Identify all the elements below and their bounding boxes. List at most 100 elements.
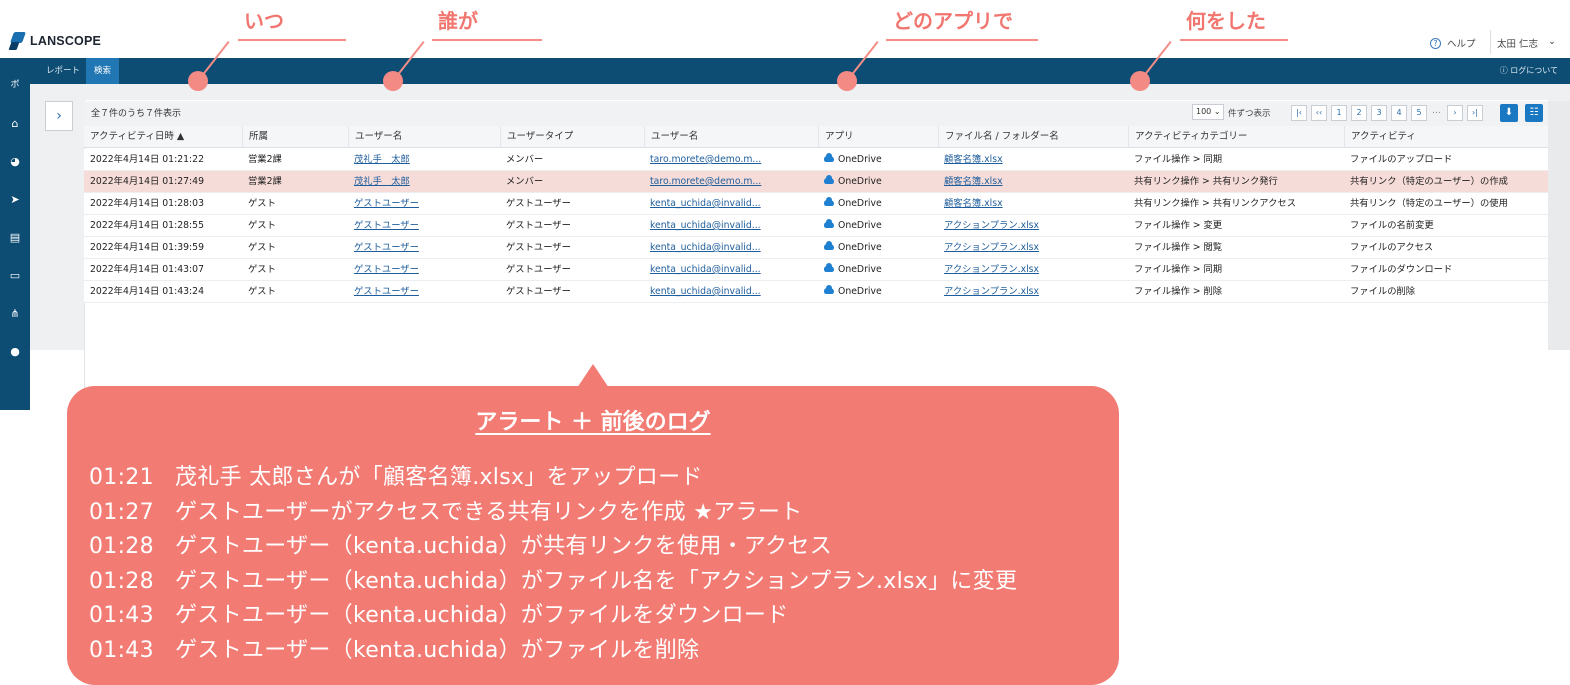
page-3[interactable]: 3 (1371, 105, 1387, 121)
cell-user-name[interactable]: ゲストユーザー (348, 237, 500, 259)
page-4[interactable]: 4 (1391, 105, 1407, 121)
per-page-select[interactable]: 100 ⌄ (1192, 104, 1224, 120)
col-activity-datetime[interactable]: アクティビティ日時 ▲ (84, 126, 242, 148)
column-settings-icon[interactable]: ☷ (1525, 104, 1543, 122)
annotation-underline-app (886, 39, 1038, 41)
cell-category: ファイル操作 > 変更 (1134, 220, 1223, 231)
per-page-label: 件ずつ表示 (1228, 109, 1271, 119)
col-activity[interactable]: アクティビティ (1344, 126, 1548, 148)
cell-app: OneDrive (818, 171, 938, 193)
cell-user-name[interactable]: ゲストユーザー (348, 259, 500, 281)
cell-user-principal[interactable]: kenta_uchida@invalid... (644, 237, 818, 259)
col-user-type[interactable]: ユーザータイプ (500, 126, 644, 148)
chevron-right-icon[interactable]: › (45, 101, 73, 131)
user-menu[interactable]: 太田 仁志 ⌄ (1497, 36, 1556, 50)
table-row[interactable]: 2022年4月14日 01:43:07 ゲスト ゲストユーザー ゲストユーザー kent… (84, 259, 1548, 281)
cell-file[interactable]: アクションプラン.xlsx (938, 281, 1128, 303)
page-5[interactable]: 5 (1411, 105, 1427, 121)
table-row[interactable]: 2022年4月14日 01:43:24 ゲスト ゲストユーザー ゲストユーザー kent… (84, 281, 1548, 303)
cell-activity: ファイルの削除 (1350, 286, 1416, 297)
sidebar-item-top[interactable]: ボ (0, 72, 30, 94)
cell-user-type: メンバー (506, 176, 544, 187)
home-icon[interactable]: ⌂ (0, 112, 30, 134)
log-time: 01:43 (89, 603, 154, 628)
cell-category: 共有リンク操作 > 共有リンク発行 (1134, 176, 1278, 187)
cell-activity: ファイルのアクセス (1350, 242, 1434, 253)
page-2[interactable]: 2 (1351, 105, 1367, 121)
col-department[interactable]: 所属 (242, 126, 348, 148)
user-icon[interactable]: ● (0, 340, 30, 362)
cell-app: OneDrive (818, 281, 938, 303)
col-activity-category[interactable]: アクティビティカテゴリー (1128, 126, 1344, 148)
col-app[interactable]: アプリ (818, 126, 938, 148)
chat-icon[interactable]: ▤ (0, 226, 30, 248)
annotation-what: 何をした (1186, 9, 1266, 33)
tab-report[interactable]: レポート (38, 58, 88, 84)
cell-user-principal[interactable]: kenta_uchida@invalid... (644, 215, 818, 237)
cell-datetime: 2022年4月14日 01:43:07 (90, 264, 205, 275)
log-line: 01:21 茂礼手 太郎さんが「顧客名簿.xlsx」をアップロード (89, 459, 703, 491)
first-page-icon[interactable]: |‹ (1291, 105, 1307, 121)
dashboard-icon[interactable]: ◕ (0, 150, 30, 172)
about-logs-link[interactable]: ⓘ ログについて (1500, 58, 1558, 84)
cell-activity: ファイルのダウンロード (1350, 264, 1453, 275)
cell-user-principal[interactable]: kenta_uchida@invalid... (644, 193, 818, 215)
table-toolbar (84, 101, 1548, 126)
prev-group-icon[interactable]: ‹‹ (1311, 105, 1327, 121)
cell-category: ファイル操作 > 削除 (1134, 286, 1223, 297)
log-text: ゲストユーザー（kenta.uchida）がファイル名を「アクションプラン.xl… (175, 568, 1018, 594)
cell-user-principal[interactable]: taro.morete@demo.m... (644, 149, 818, 171)
download-icon[interactable]: ⬇ (1500, 104, 1518, 122)
table-row[interactable]: 2022年4月14日 01:28:03 ゲスト ゲストユーザー ゲストユーザー kent… (84, 193, 1548, 215)
log-line: 01:28 ゲストユーザー（kenta.uchida）が共有リンクを使用・アクセス (89, 528, 832, 560)
cell-user-name[interactable]: 茂礼手 太郎 (348, 171, 500, 193)
cell-user-name[interactable]: ゲストユーザー (348, 215, 500, 237)
cell-user-principal[interactable]: kenta_uchida@invalid... (644, 259, 818, 281)
app-name: OneDrive (838, 264, 882, 275)
message-icon[interactable]: ▭ (0, 264, 30, 286)
table-row[interactable]: 2022年4月14日 01:28:55 ゲスト ゲストユーザー ゲストユーザー kent… (84, 215, 1548, 237)
table-row[interactable]: 2022年4月14日 01:39:59 ゲスト ゲストユーザー ゲストユーザー kent… (84, 237, 1548, 259)
cell-activity: 共有リンク（特定のユーザー）の使用 (1350, 198, 1508, 209)
onedrive-icon (824, 219, 834, 228)
onedrive-icon (824, 197, 834, 206)
tab-search[interactable]: 検索 (86, 58, 120, 84)
send-icon[interactable]: ➤ (0, 188, 30, 210)
log-text: ゲストユーザー（kenta.uchida）がファイルを削除 (175, 637, 700, 663)
cell-file[interactable]: 顧客名簿.xlsx (938, 149, 1128, 171)
cell-app: OneDrive (818, 237, 938, 259)
page-ellipsis: … (1432, 106, 1441, 116)
cell-user-principal[interactable]: kenta_uchida@invalid... (644, 281, 818, 303)
col-user-principal[interactable]: ユーザー名 (644, 126, 818, 148)
lanscope-logo-icon (10, 32, 26, 50)
cell-user-name[interactable]: 茂礼手 太郎 (348, 149, 500, 171)
col-user-name[interactable]: ユーザー名 (348, 126, 500, 148)
table-row[interactable]: 2022年4月14日 01:21:22 営業2課 茂礼手 太郎 メンバー taro.mo… (84, 149, 1548, 171)
col-file-folder[interactable]: ファイル名 / フォルダー名 (938, 126, 1128, 148)
cell-file[interactable]: 顧客名簿.xlsx (938, 171, 1128, 193)
onedrive-icon (824, 241, 834, 250)
annotation-dot-when (188, 71, 208, 91)
last-page-icon[interactable]: ›| (1467, 105, 1483, 121)
cell-file[interactable]: アクションプラン.xlsx (938, 215, 1128, 237)
app-name: OneDrive (838, 220, 882, 231)
page-1[interactable]: 1 (1331, 105, 1347, 121)
lanscope-logo[interactable]: LANSCOPE (10, 32, 101, 50)
cell-category: ファイル操作 > 同期 (1134, 154, 1223, 165)
next-page-icon[interactable]: › (1447, 105, 1463, 121)
cell-user-name[interactable]: ゲストユーザー (348, 193, 500, 215)
cell-file[interactable]: アクションプラン.xlsx (938, 259, 1128, 281)
log-line: 01:43 ゲストユーザー（kenta.uchida）がファイルを削除 (89, 632, 699, 664)
cell-activity: ファイルのアップロード (1350, 154, 1453, 165)
cell-user-name[interactable]: ゲストユーザー (348, 281, 500, 303)
network-icon[interactable]: ⋔ (0, 302, 30, 324)
table-header: アクティビティ日時 ▲ 所属 ユーザー名 ユーザータイプ ユーザー名 アプリ フ… (84, 126, 1548, 148)
cell-file[interactable]: 顧客名簿.xlsx (938, 193, 1128, 215)
cell-activity: 共有リンク（特定のユーザー）の作成 (1350, 176, 1508, 187)
help-link[interactable]: ? ヘルプ (1430, 36, 1476, 50)
onedrive-icon (824, 285, 834, 294)
cell-user-principal[interactable]: taro.morete@demo.m... (644, 171, 818, 193)
cell-datetime: 2022年4月14日 01:21:22 (90, 154, 205, 165)
cell-file[interactable]: アクションプラン.xlsx (938, 237, 1128, 259)
table-row[interactable]: 2022年4月14日 01:27:49 営業2課 茂礼手 太郎 メンバー taro.mo… (84, 171, 1548, 193)
